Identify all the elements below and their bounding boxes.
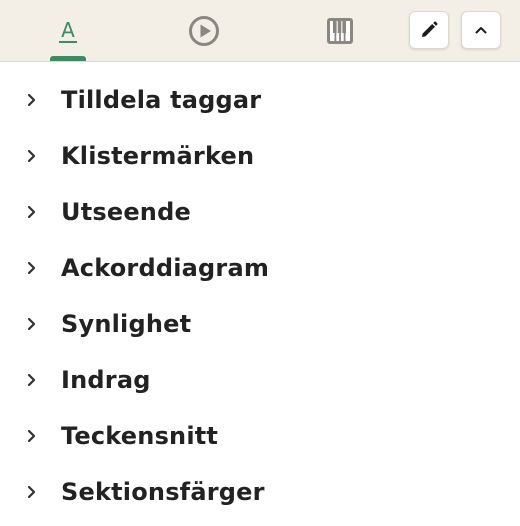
text-format-icon: A	[59, 18, 77, 43]
menu-item-visibility[interactable]: Synlighet	[0, 296, 520, 352]
chevron-right-icon	[26, 373, 54, 387]
active-tab-indicator	[50, 56, 86, 61]
menu-item-label: Sektionsfärger	[61, 478, 265, 506]
menu-item-appearance[interactable]: Utseende	[0, 184, 520, 240]
chevron-right-icon	[26, 149, 54, 163]
menu-item-stickers[interactable]: Klistermärken	[0, 128, 520, 184]
tab-text-format[interactable]: A	[30, 0, 106, 62]
tab-piano[interactable]	[302, 0, 378, 62]
menu-item-label: Teckensnitt	[61, 422, 219, 450]
menu-item-indentation[interactable]: Indrag	[0, 352, 520, 408]
menu-item-section-colors[interactable]: Sektionsfärger	[0, 464, 520, 520]
menu-item-label: Indrag	[61, 366, 151, 394]
collapse-button[interactable]	[461, 11, 501, 49]
chevron-right-icon	[26, 429, 54, 443]
menu-item-chord-diagrams[interactable]: Ackorddiagram	[0, 240, 520, 296]
tab-playback[interactable]	[166, 0, 242, 62]
settings-menu: Tilldela taggar Klistermärken Utseende A…	[0, 72, 520, 520]
pencil-icon	[422, 21, 438, 37]
svg-text:A: A	[61, 18, 75, 42]
play-circle-icon	[189, 16, 219, 46]
top-toolbar: A	[0, 0, 520, 62]
menu-item-label: Klistermärken	[61, 142, 255, 170]
menu-item-label: Tilldela taggar	[61, 86, 262, 114]
chevron-right-icon	[26, 205, 54, 219]
menu-item-fonts[interactable]: Teckensnitt	[0, 408, 520, 464]
chevron-right-icon	[26, 485, 54, 499]
chevron-right-icon	[26, 93, 54, 107]
menu-item-label: Ackorddiagram	[61, 254, 270, 282]
chevron-up-icon	[475, 27, 487, 34]
piano-keys-icon	[327, 18, 353, 44]
chevron-right-icon	[26, 317, 54, 331]
menu-item-label: Synlighet	[61, 310, 192, 338]
chevron-right-icon	[26, 261, 54, 275]
menu-item-assign-tags[interactable]: Tilldela taggar	[0, 72, 520, 128]
menu-item-label: Utseende	[61, 198, 191, 226]
edit-button[interactable]	[409, 11, 449, 49]
